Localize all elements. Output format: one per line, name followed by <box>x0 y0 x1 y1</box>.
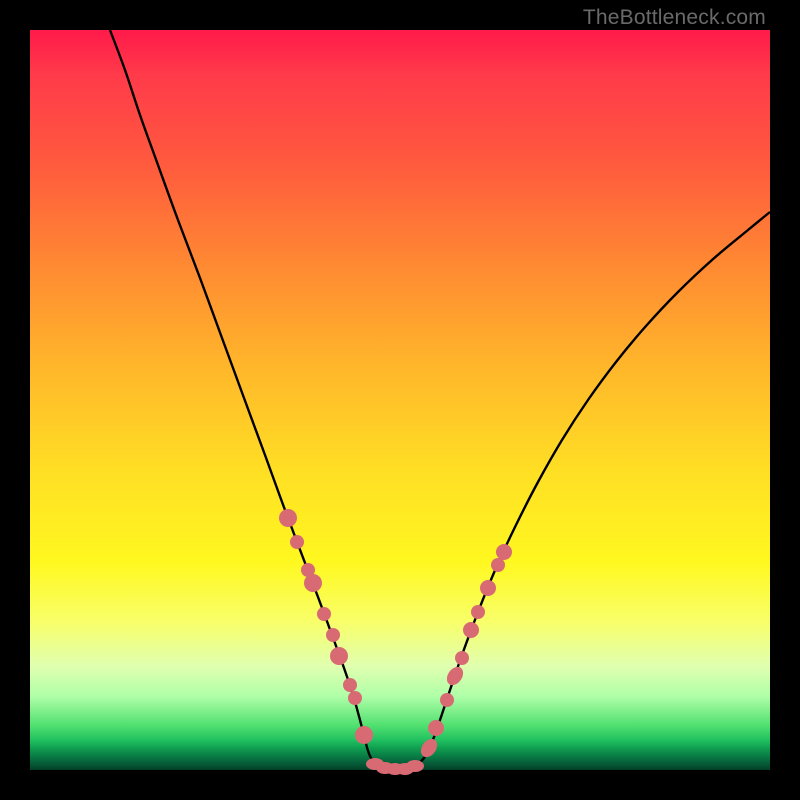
data-marker <box>330 647 348 665</box>
data-marker <box>463 622 479 638</box>
data-marker <box>326 628 340 642</box>
data-marker <box>440 693 454 707</box>
data-marker <box>317 607 331 621</box>
data-marker <box>279 509 297 527</box>
watermark-text: TheBottleneck.com <box>583 6 766 30</box>
data-marker <box>355 726 373 744</box>
data-marker <box>418 736 441 760</box>
data-marker <box>496 544 512 560</box>
data-marker <box>471 605 485 619</box>
data-marker <box>304 574 322 592</box>
data-marker <box>290 535 304 549</box>
data-marker <box>406 760 424 772</box>
data-marker <box>444 664 467 688</box>
data-marker <box>428 720 444 736</box>
chart-container: TheBottleneck.com <box>0 0 800 800</box>
data-marker <box>480 580 496 596</box>
data-marker <box>491 558 505 572</box>
data-markers <box>279 509 512 775</box>
data-marker <box>343 678 357 692</box>
data-marker <box>348 691 362 705</box>
chart-svg <box>30 30 770 770</box>
bottleneck-curve <box>110 30 770 769</box>
plot-area <box>30 30 770 770</box>
data-marker <box>455 651 469 665</box>
